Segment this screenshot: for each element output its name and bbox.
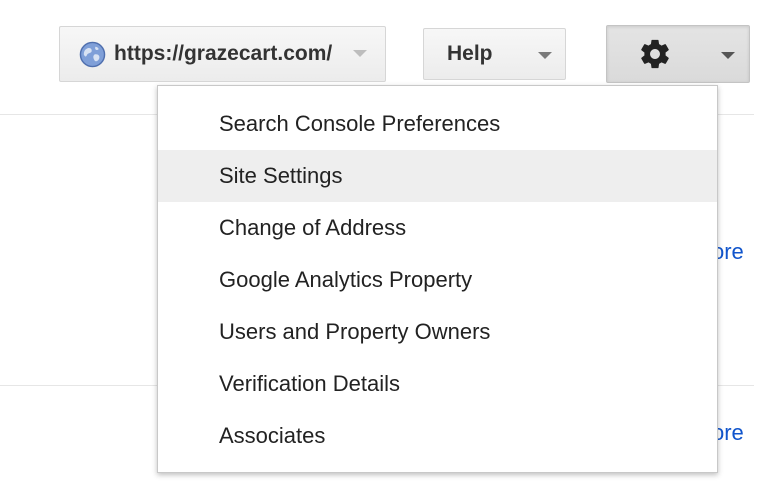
chevron-down-icon: [538, 52, 552, 59]
menu-item-verification-details[interactable]: Verification Details: [158, 358, 717, 410]
globe-icon: [79, 41, 106, 68]
site-selector-button[interactable]: https://grazecart.com/: [59, 26, 386, 82]
settings-button[interactable]: [606, 25, 750, 83]
menu-item-change-of-address[interactable]: Change of Address: [158, 202, 717, 254]
menu-item-google-analytics-property[interactable]: Google Analytics Property: [158, 254, 717, 306]
menu-item-users-and-property-owners[interactable]: Users and Property Owners: [158, 306, 717, 358]
menu-item-associates[interactable]: Associates: [158, 410, 717, 462]
help-button[interactable]: Help: [423, 28, 566, 80]
help-label: Help: [447, 42, 493, 65]
settings-dropdown-menu: Search Console Preferences Site Settings…: [157, 85, 718, 473]
menu-item-search-console-preferences[interactable]: Search Console Preferences: [158, 98, 717, 150]
site-url-label: https://grazecart.com/: [114, 42, 333, 65]
menu-item-site-settings[interactable]: Site Settings: [158, 150, 717, 202]
chevron-down-icon: [353, 50, 367, 57]
chevron-down-icon: [721, 52, 735, 59]
